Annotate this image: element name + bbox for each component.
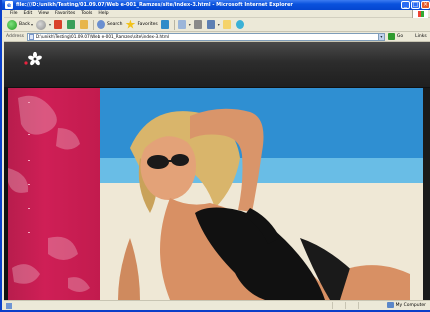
favorites-button[interactable]: Favorites xyxy=(125,19,158,30)
address-dropdown-icon[interactable]: ▾ xyxy=(377,32,385,41)
favorites-label: Favorites xyxy=(137,22,158,27)
address-label: Address xyxy=(6,34,24,39)
folder-icon xyxy=(222,20,231,29)
status-panel xyxy=(332,302,344,309)
media-icon xyxy=(160,20,169,29)
nav-item[interactable] xyxy=(28,160,30,161)
menu-help[interactable]: Help xyxy=(98,11,108,16)
menu-bar: File Edit View Favorites Tools Help xyxy=(4,10,430,18)
status-panels xyxy=(332,302,370,309)
go-button[interactable]: Go xyxy=(387,33,404,40)
nav-item[interactable] xyxy=(28,134,30,135)
ie-icon: e xyxy=(5,1,13,9)
links-button[interactable]: Links xyxy=(415,34,427,39)
nav-item[interactable] xyxy=(28,102,30,103)
window-title: file:///D:/unikh/Testing/01.09.07/Web e-… xyxy=(16,2,293,8)
address-url: D:\unikh\Testing\01.09.07\Web e-001_Ramz… xyxy=(35,34,170,39)
menu-favorites[interactable]: Favorites xyxy=(55,11,75,16)
status-bar: My Computer xyxy=(4,300,430,310)
back-icon xyxy=(7,19,17,30)
hero-image xyxy=(100,88,423,300)
print-button[interactable] xyxy=(193,20,204,29)
toolbar-divider xyxy=(173,19,175,30)
stop-button[interactable] xyxy=(53,20,64,29)
refresh-icon xyxy=(66,20,75,29)
address-bar: Address D:\unikh\Testing\01.09.07\Web e-… xyxy=(4,32,430,42)
window-controls: _ □ × xyxy=(401,1,430,9)
flower-logo-icon[interactable] xyxy=(22,52,44,68)
nav-item[interactable] xyxy=(28,208,30,209)
search-button[interactable]: Search xyxy=(96,20,123,29)
mail-icon xyxy=(177,20,186,29)
computer-icon xyxy=(386,302,394,308)
search-label: Search xyxy=(106,22,123,27)
title-bar: e file:///D:/unikh/Testing/01.09.07/Web … xyxy=(2,0,430,10)
sidebar-navigation xyxy=(8,88,100,300)
home-icon xyxy=(79,20,88,29)
site-header xyxy=(4,42,430,87)
search-icon xyxy=(96,20,105,29)
status-panel xyxy=(345,302,357,309)
chevron-down-icon[interactable]: ▾ xyxy=(31,22,33,27)
menu-view[interactable]: View xyxy=(38,11,49,16)
security-zone[interactable]: My Computer xyxy=(386,302,426,308)
standard-toolbar: Back ▾ ▾ Search Favorites ▾ ▾ xyxy=(4,18,430,32)
mail-button[interactable]: ▾ xyxy=(177,20,191,29)
back-label: Back xyxy=(19,22,30,27)
chevron-down-icon[interactable]: ▾ xyxy=(218,22,220,27)
menu-edit[interactable]: Edit xyxy=(24,11,33,16)
chevron-down-icon[interactable]: ▾ xyxy=(49,22,51,27)
status-panel xyxy=(358,302,370,309)
zone-label: My Computer xyxy=(395,302,426,308)
nav-item[interactable] xyxy=(28,232,30,233)
close-button[interactable]: × xyxy=(421,1,430,9)
forward-icon xyxy=(35,19,46,30)
refresh-button[interactable] xyxy=(66,20,77,29)
messenger-icon xyxy=(235,20,244,29)
menu-tools[interactable]: Tools xyxy=(81,11,92,16)
page-icon xyxy=(28,33,34,40)
menu-file[interactable]: File xyxy=(10,11,18,16)
back-button[interactable]: Back ▾ xyxy=(7,19,33,30)
edit-button[interactable]: ▾ xyxy=(206,20,220,29)
home-button[interactable] xyxy=(79,20,90,29)
chevron-down-icon[interactable]: ▾ xyxy=(189,22,191,27)
favorites-icon xyxy=(125,19,136,29)
page-viewport[interactable] xyxy=(4,42,430,300)
media-button[interactable] xyxy=(160,20,171,29)
address-input[interactable]: D:\unikh\Testing\01.09.07\Web e-001_Ramz… xyxy=(26,32,379,41)
print-icon xyxy=(193,20,202,29)
go-arrow-icon xyxy=(387,33,395,40)
go-label: Go xyxy=(396,34,404,39)
toolbar-divider xyxy=(92,19,94,30)
floral-pattern-icon xyxy=(8,95,90,292)
edit-icon xyxy=(206,20,215,29)
browser-window: e file:///D:/unikh/Testing/01.09.07/Web … xyxy=(0,0,430,312)
windows-logo-icon xyxy=(412,10,428,18)
stop-icon xyxy=(53,20,62,29)
page-edge xyxy=(423,88,430,300)
maximize-button[interactable]: □ xyxy=(411,1,420,9)
minimize-button[interactable]: _ xyxy=(401,1,410,9)
nav-item[interactable] xyxy=(28,184,30,185)
woman-on-beach-image xyxy=(100,88,423,300)
folder-button[interactable] xyxy=(222,20,233,29)
forward-button[interactable]: ▾ xyxy=(35,19,51,30)
page-done-icon xyxy=(6,302,12,309)
messenger-button[interactable] xyxy=(235,20,246,29)
